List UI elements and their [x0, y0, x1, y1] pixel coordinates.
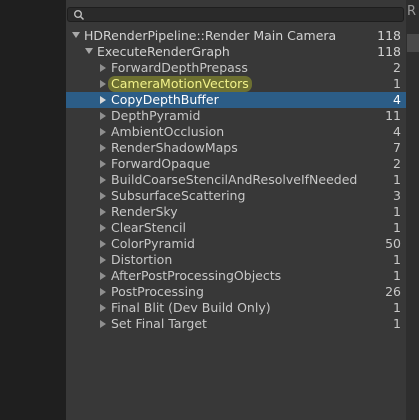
- collapsed-arrow-icon[interactable]: [100, 252, 110, 268]
- collapsed-arrow-icon[interactable]: [100, 188, 110, 204]
- tree-item-count: 1: [393, 300, 401, 315]
- tree-item-row[interactable]: ClearStencil 1: [66, 220, 406, 236]
- tree-item-count: 1: [393, 172, 401, 187]
- tree-item-label: PostProcessing: [111, 284, 204, 299]
- tree-item-label: DepthPyramid: [111, 108, 201, 123]
- tree-item-row[interactable]: ForwardOpaque 2: [66, 156, 406, 172]
- right-pane-edge: R: [406, 0, 419, 420]
- tree-root-row[interactable]: HDRenderPipeline::Render Main Camera 118: [66, 28, 406, 44]
- tree-item-row[interactable]: CopyDepthBuffer 4: [66, 92, 406, 108]
- tree-item-row[interactable]: ColorPyramid 50: [66, 236, 406, 252]
- search-field[interactable]: [67, 7, 404, 22]
- expand-arrow-icon[interactable]: [72, 28, 82, 44]
- tree-item-label: AfterPostProcessingObjects: [111, 268, 282, 283]
- tree-item-row[interactable]: Final Blit (Dev Build Only) 1: [66, 300, 406, 316]
- tree-item-row[interactable]: SubsurfaceScattering 3: [66, 188, 406, 204]
- collapsed-arrow-icon[interactable]: [100, 124, 110, 140]
- search-input[interactable]: [86, 8, 396, 21]
- tree-item-row[interactable]: PostProcessing 26: [66, 284, 406, 300]
- tree-item-label: RenderSky: [111, 204, 178, 219]
- tree-item-count: 3: [393, 188, 401, 203]
- tree-item-count: 1: [393, 220, 401, 235]
- tree-item-count: 50: [385, 236, 401, 251]
- collapsed-arrow-icon[interactable]: [100, 268, 110, 284]
- tree-item-count: 1: [393, 76, 401, 91]
- left-gutter: [0, 0, 66, 420]
- collapsed-arrow-icon[interactable]: [100, 60, 110, 76]
- side-tab-label[interactable]: R: [407, 4, 416, 19]
- collapsed-arrow-icon[interactable]: [100, 156, 110, 172]
- tree-root-label: HDRenderPipeline::Render Main Camera: [84, 28, 337, 43]
- tree-root-count: 118: [377, 28, 401, 43]
- tree-item-label: ForwardDepthPrepass: [111, 60, 248, 75]
- tree-item-count: 4: [393, 124, 401, 139]
- tree-item-label: Distortion: [111, 252, 173, 267]
- collapsed-arrow-icon[interactable]: [100, 284, 110, 300]
- tree-item-label: Final Blit (Dev Build Only): [111, 300, 271, 315]
- tree-item-label: BuildCoarseStencilAndResolveIfNeeded: [111, 172, 358, 187]
- tree-item-count: 1: [393, 316, 401, 331]
- tree-graph-label: ExecuteRenderGraph: [97, 44, 230, 59]
- expand-arrow-icon[interactable]: [85, 44, 95, 60]
- tree-item-label: AmbientOcclusion: [111, 124, 225, 139]
- tree-item-label: CopyDepthBuffer: [111, 92, 219, 107]
- tree-graph-count: 118: [377, 44, 401, 59]
- event-tree: HDRenderPipeline::Render Main Camera 118…: [66, 28, 406, 332]
- tree-item-label: CameraMotionVectors: [108, 76, 252, 92]
- tree-item-count: 1: [393, 268, 401, 283]
- tree-item-count: 11: [385, 108, 401, 123]
- tree-item-label: Set Final Target: [111, 316, 207, 331]
- tree-graph-row[interactable]: ExecuteRenderGraph 118: [66, 44, 406, 60]
- tree-item-row[interactable]: Distortion 1: [66, 252, 406, 268]
- tree-item-count: 2: [393, 156, 401, 171]
- tree-item-count: 4: [393, 92, 401, 107]
- collapsed-arrow-icon[interactable]: [100, 140, 110, 156]
- tree-item-label: RenderShadowMaps: [111, 140, 238, 155]
- tree-item-count: 1: [393, 204, 401, 219]
- tree-item-list: ForwardDepthPrepass 2 CameraMotionVectors 1…: [66, 60, 406, 332]
- tree-item-row[interactable]: ForwardDepthPrepass 2: [66, 60, 406, 76]
- tree-item-row[interactable]: RenderShadowMaps 7: [66, 140, 406, 156]
- tree-item-row[interactable]: RenderSky 1: [66, 204, 406, 220]
- tree-item-label: ForwardOpaque: [111, 156, 211, 171]
- tree-item-row[interactable]: AmbientOcclusion 4: [66, 124, 406, 140]
- tree-item-row[interactable]: DepthPyramid 11: [66, 108, 406, 124]
- tree-item-count: 7: [393, 140, 401, 155]
- collapsed-arrow-icon[interactable]: [100, 300, 110, 316]
- search-icon: [74, 10, 85, 21]
- tree-item-row[interactable]: Set Final Target 1: [66, 316, 406, 332]
- tree-item-count: 1: [393, 252, 401, 267]
- tree-item-row[interactable]: AfterPostProcessingObjects 1: [66, 268, 406, 284]
- collapsed-arrow-icon[interactable]: [100, 108, 110, 124]
- tree-item-count: 2: [393, 60, 401, 75]
- tree-item-label: SubsurfaceScattering: [111, 188, 246, 203]
- collapsed-arrow-icon[interactable]: [100, 92, 110, 108]
- tree-item-label: ClearStencil: [111, 220, 186, 235]
- tree-item-label: ColorPyramid: [111, 236, 195, 251]
- side-button[interactable]: [407, 34, 419, 52]
- tree-item-count: 26: [385, 284, 401, 299]
- collapsed-arrow-icon[interactable]: [100, 220, 110, 236]
- tree-item-row[interactable]: CameraMotionVectors 1: [66, 76, 406, 92]
- tree-item-row[interactable]: BuildCoarseStencilAndResolveIfNeeded 1: [66, 172, 406, 188]
- collapsed-arrow-icon[interactable]: [100, 204, 110, 220]
- collapsed-arrow-icon[interactable]: [100, 172, 110, 188]
- collapsed-arrow-icon[interactable]: [100, 316, 110, 332]
- collapsed-arrow-icon[interactable]: [100, 236, 110, 252]
